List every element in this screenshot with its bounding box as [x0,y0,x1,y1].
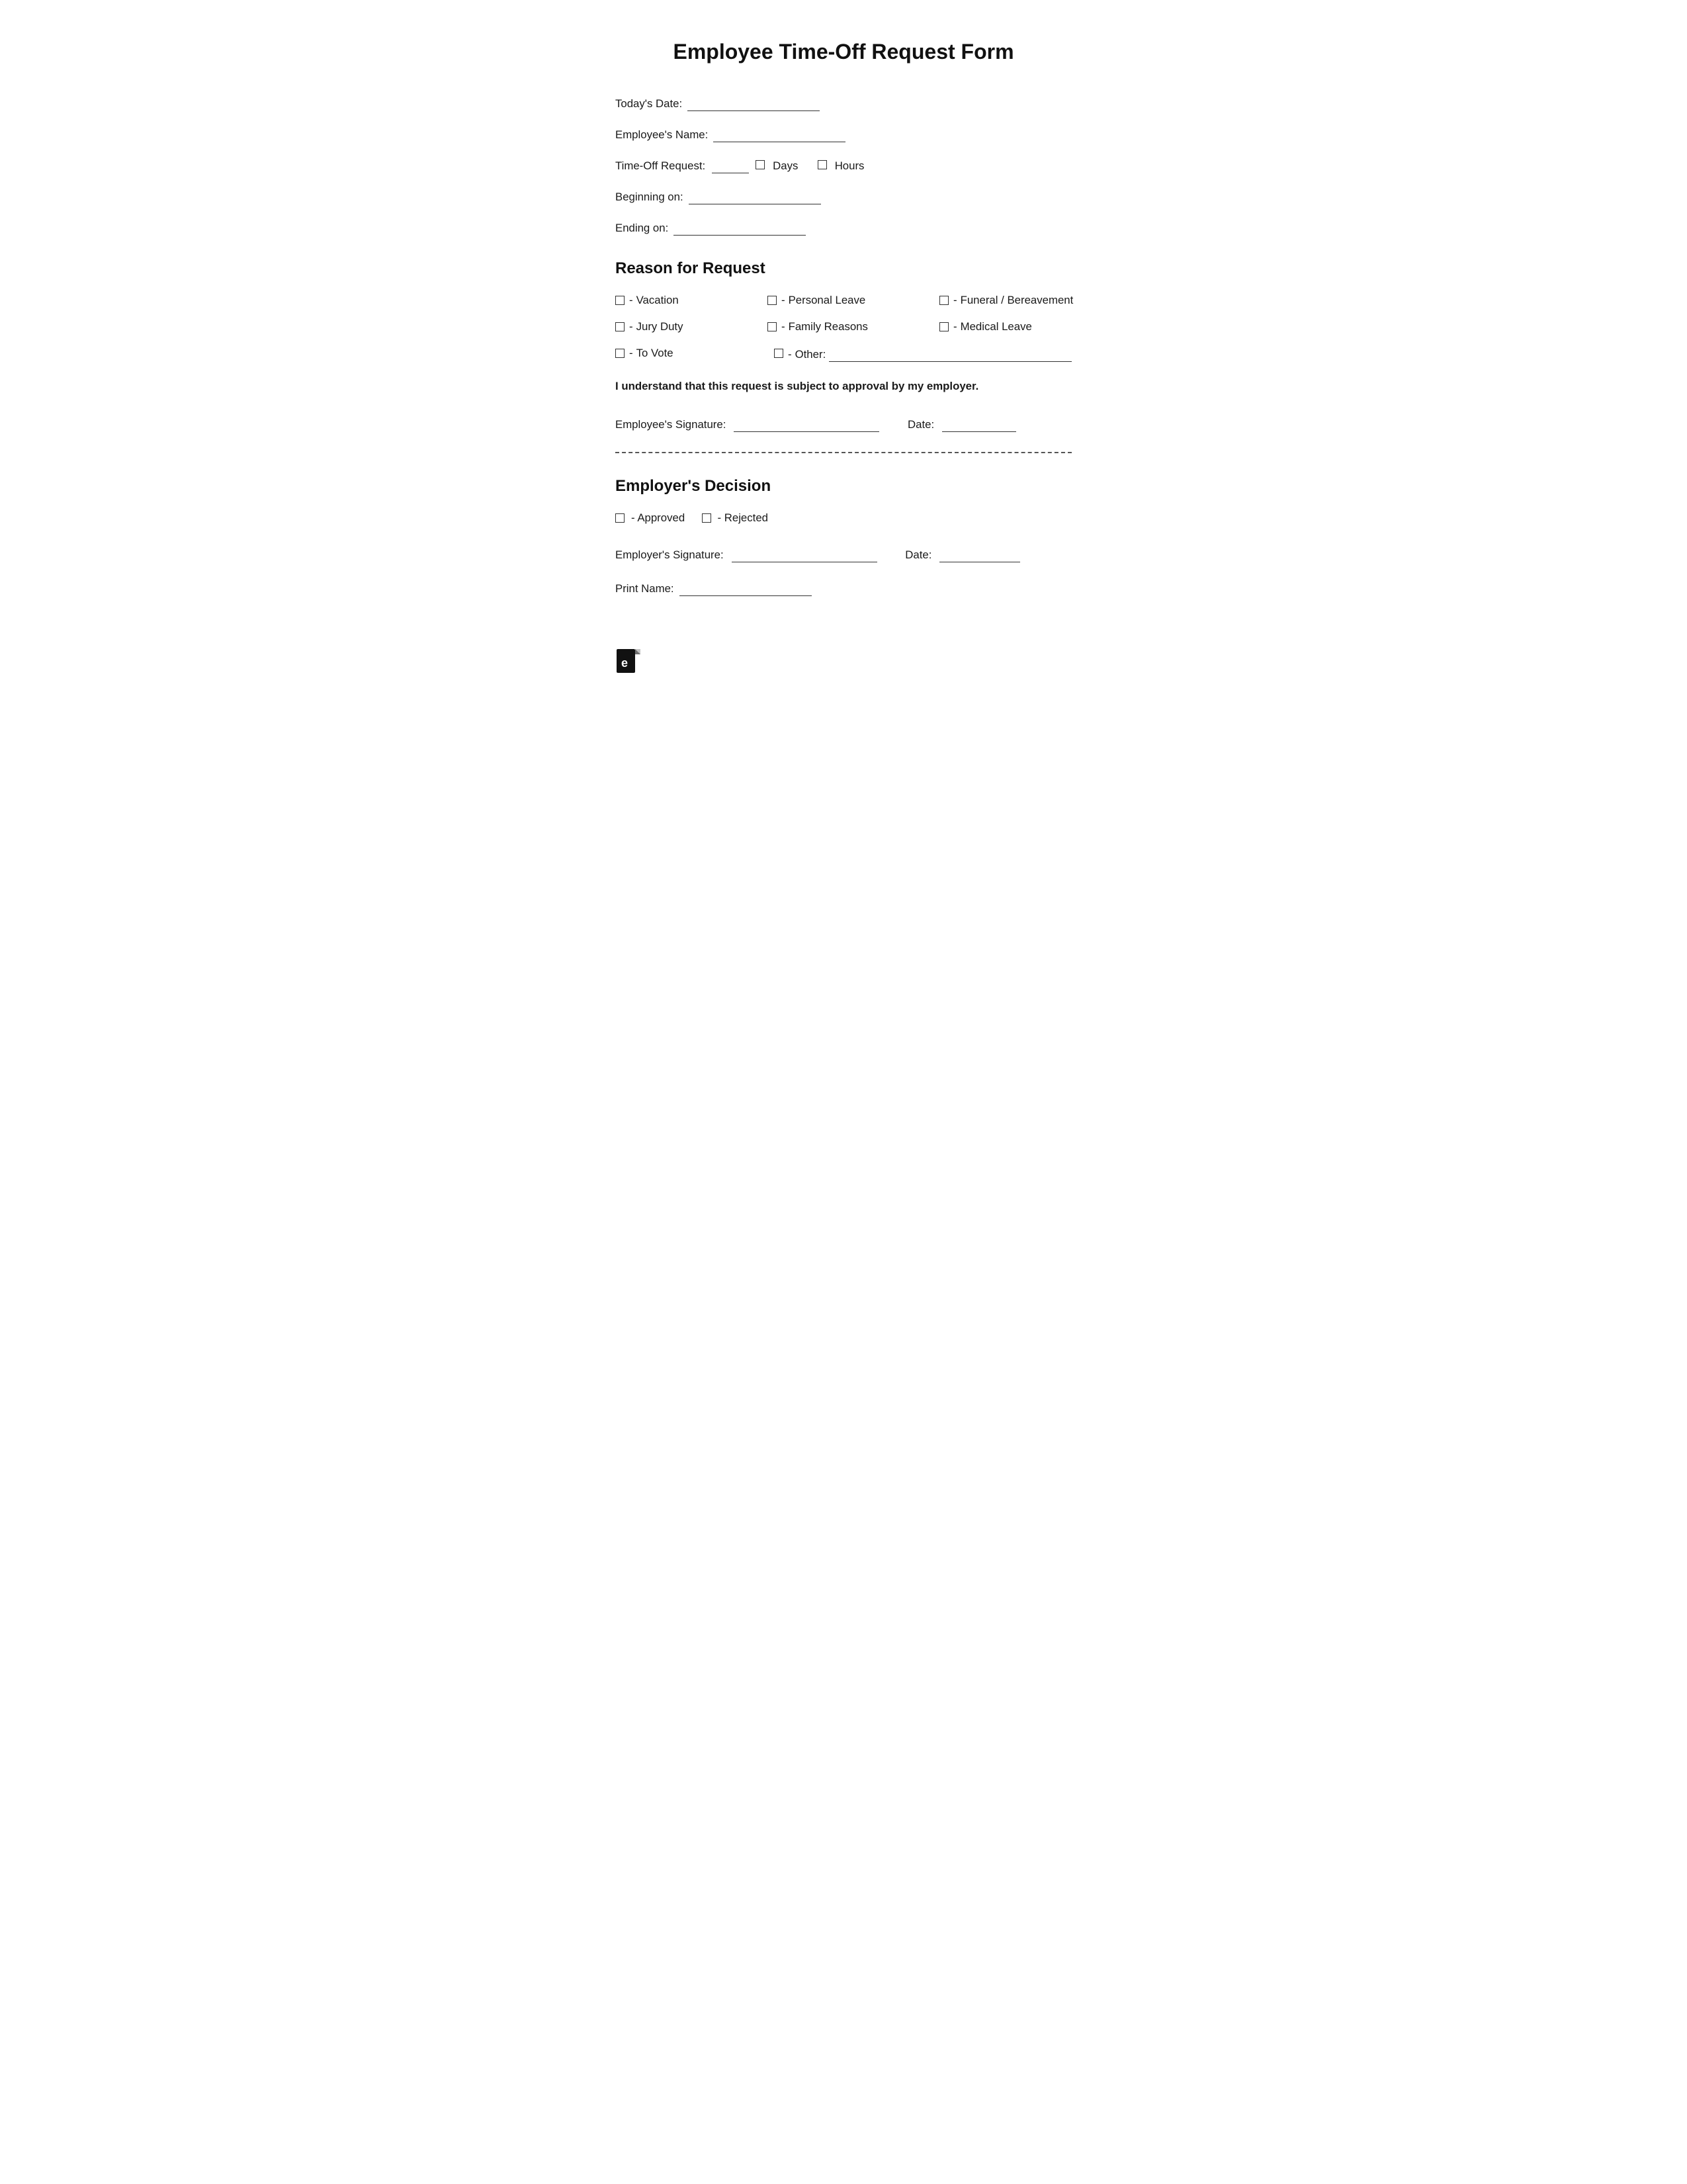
ending-on-input[interactable] [673,222,806,236]
employer-signature-input[interactable] [732,548,877,562]
medical-leave-checkbox[interactable] [939,322,949,331]
reason-to-vote: - To Vote [615,347,748,360]
funeral-checkbox[interactable] [939,296,949,305]
timeoff-request-label: Time-Off Request: [615,159,705,173]
reasons-grid: - Vacation - Personal Leave - Funeral / … [615,294,1072,362]
beginning-on-field: Beginning on: [615,191,1072,204]
ending-on-field: Ending on: [615,222,1072,236]
hours-label: Hours [835,159,865,173]
personal-leave-dash: - [781,294,785,307]
reason-funeral: - Funeral / Bereavement [939,294,1098,307]
employees-name-input[interactable] [713,128,845,142]
medical-leave-dash: - [953,320,957,333]
employee-signature-input[interactable] [734,418,879,432]
beginning-on-label: Beginning on: [615,191,683,204]
employees-name-field: Employee's Name: [615,128,1072,142]
logo-area: e [615,649,1072,681]
employer-date-label: Date: [905,548,931,562]
approval-text: I understand that this request is subjec… [615,378,1072,394]
reason-vacation: - Vacation [615,294,748,307]
todays-date-field: Today's Date: [615,97,1072,111]
employee-date-input[interactable] [942,418,1016,432]
todays-date-input[interactable] [687,97,820,111]
other-input[interactable] [829,348,1072,362]
medical-leave-label: Medical Leave [961,320,1032,333]
vacation-dash: - [629,294,633,307]
ending-on-label: Ending on: [615,222,668,235]
rejected-label: - Rejected [718,511,768,525]
jury-duty-dash: - [629,320,633,333]
print-name-row: Print Name: [615,582,1072,596]
approved-checkbox[interactable] [615,513,625,523]
approved-label: - Approved [631,511,685,525]
todays-date-label: Today's Date: [615,97,682,110]
reason-personal-leave: - Personal Leave [767,294,926,307]
reason-row-1: - Vacation - Personal Leave - Funeral / … [615,294,1072,307]
svg-text:e: e [621,656,628,670]
rejected-checkbox[interactable] [702,513,711,523]
beginning-on-input[interactable] [689,191,821,204]
employee-signature-row: Employee's Signature: Date: [615,418,1072,432]
reason-row-3: - To Vote - Other: [615,347,1072,362]
vacation-label: Vacation [636,294,679,307]
print-name-input[interactable] [679,582,812,596]
reason-medical-leave: - Medical Leave [939,320,1098,333]
employer-decision-title: Employer's Decision [615,477,1072,496]
employer-signature-row: Employer's Signature: Date: [615,548,1072,562]
family-reasons-label: Family Reasons [789,320,868,333]
section-divider [615,452,1072,453]
employer-date-input[interactable] [939,548,1019,562]
jury-duty-checkbox[interactable] [615,322,625,331]
other-label: Other: [795,348,826,361]
approved-rejected-row: - Approved - Rejected [615,511,1072,525]
days-label: Days [773,159,798,173]
days-checkbox[interactable] [756,160,765,169]
family-reasons-checkbox[interactable] [767,322,777,331]
employee-signature-label: Employee's Signature: [615,418,726,431]
to-vote-dash: - [629,347,633,360]
employees-name-label: Employee's Name: [615,128,708,142]
print-name-label: Print Name: [615,582,674,595]
timeoff-request-row: Time-Off Request: Days Hours [615,159,1072,173]
reason-family-reasons: - Family Reasons [767,320,926,333]
other-dash: - [788,348,792,361]
hours-checkbox[interactable] [818,160,827,169]
reason-row-2: - Jury Duty - Family Reasons - Medical L… [615,320,1072,333]
other-checkbox[interactable] [774,349,783,358]
funeral-label: Funeral / Bereavement [961,294,1074,307]
employer-signature-label: Employer's Signature: [615,548,724,562]
employee-date-label: Date: [908,418,934,431]
personal-leave-label: Personal Leave [789,294,866,307]
logo-icon: e [615,649,642,681]
page-title: Employee Time-Off Request Form [615,40,1072,64]
family-reasons-dash: - [781,320,785,333]
timeoff-amount-input[interactable] [712,159,749,173]
funeral-dash: - [953,294,957,307]
to-vote-label: To Vote [636,347,673,360]
reason-jury-duty: - Jury Duty [615,320,748,333]
reason-section-title: Reason for Request [615,259,1072,278]
personal-leave-checkbox[interactable] [767,296,777,305]
jury-duty-label: Jury Duty [636,320,683,333]
vacation-checkbox[interactable] [615,296,625,305]
employer-decision-section: Employer's Decision - Approved - Rejecte… [615,477,1072,596]
to-vote-checkbox[interactable] [615,349,625,358]
